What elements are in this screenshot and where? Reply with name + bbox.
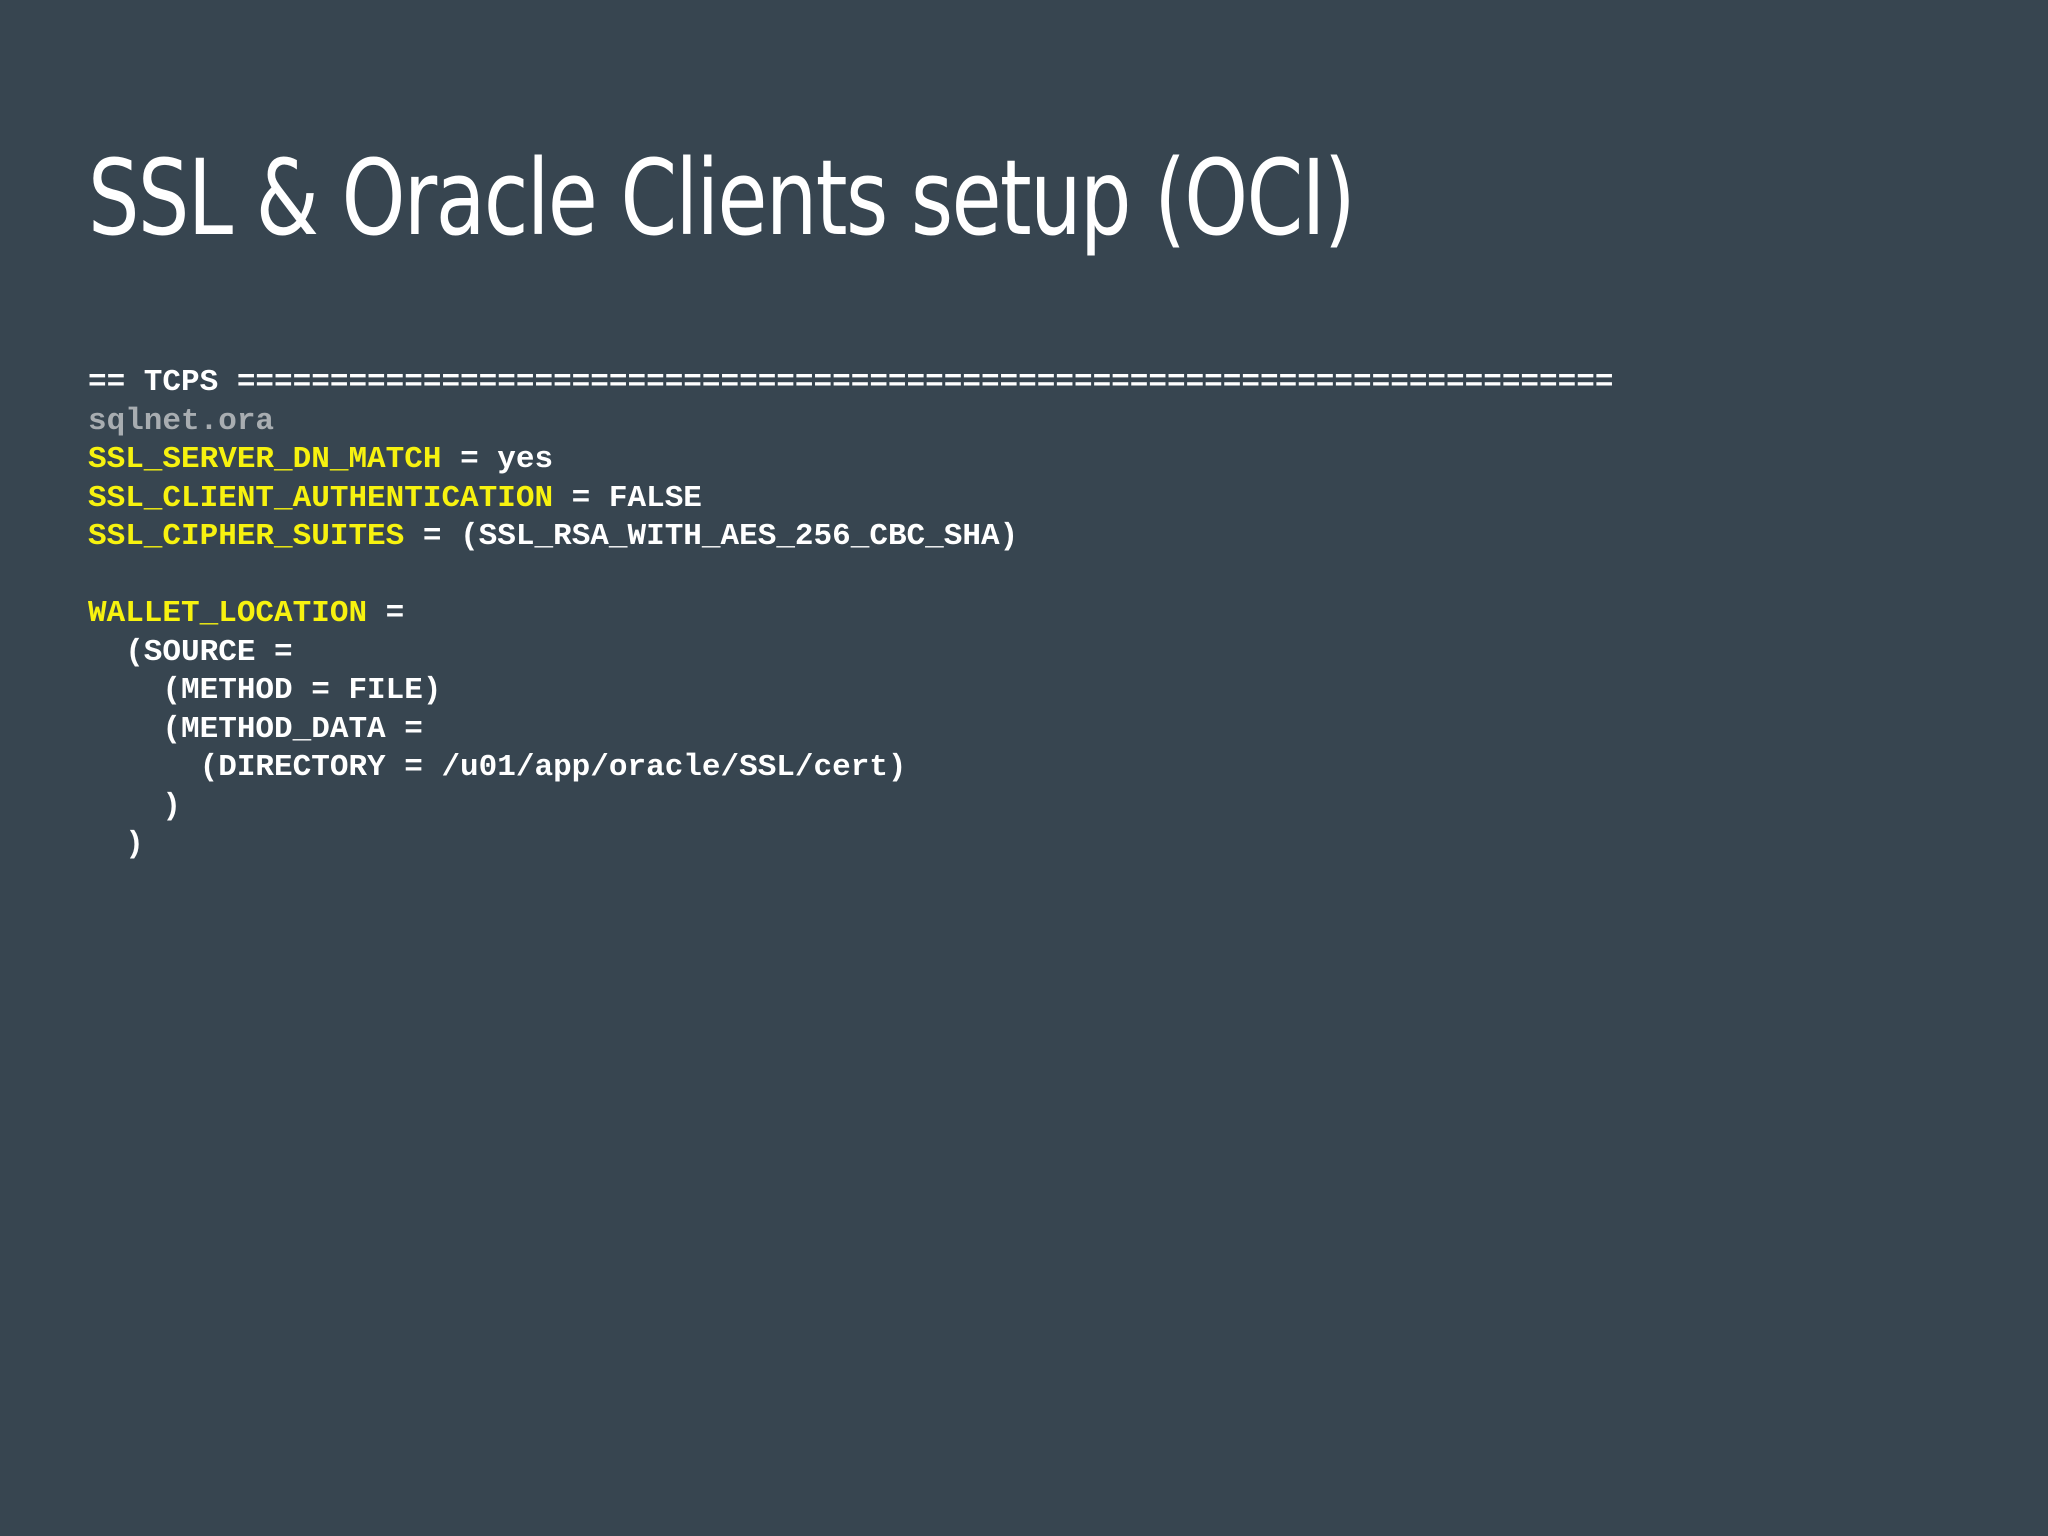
code-text: = (SSL_RSA_WITH_AES_256_CBC_SHA)	[404, 519, 1019, 554]
code-line: (SOURCE =	[88, 634, 1613, 673]
code-line: SSL_SERVER_DN_MATCH = yes	[88, 441, 1613, 480]
code-text: =	[367, 596, 405, 631]
code-text: (DIRECTORY = /u01/app/oracle/SSL/cert)	[88, 750, 907, 785]
slide: SSL & Oracle Clients setup (OCI) == TCPS…	[0, 0, 2048, 1536]
code-line: WALLET_LOCATION =	[88, 595, 1613, 634]
code-line: sqlnet.ora	[88, 403, 1613, 442]
code-line: == TCPS ================================…	[88, 364, 1613, 403]
code-keyword: SSL_CLIENT_AUTHENTICATION	[88, 480, 554, 516]
code-text: )	[88, 788, 182, 824]
code-line: (METHOD_DATA =	[88, 711, 1613, 750]
code-line: (METHOD = FILE)	[88, 672, 1613, 711]
code-line: (DIRECTORY = /u01/app/oracle/SSL/cert)	[88, 749, 1613, 788]
code-text: = yes	[441, 442, 554, 477]
code-keyword: WALLET_LOCATION	[88, 596, 368, 631]
code-text: (SOURCE =	[88, 634, 293, 670]
code-text: )	[88, 827, 144, 862]
code-text: == TCPS ================================…	[88, 365, 1614, 400]
code-filename: sqlnet.ora	[88, 403, 275, 439]
code-text: (METHOD = FILE)	[88, 673, 442, 708]
code-line: )	[88, 788, 1613, 827]
slide-title: SSL & Oracle Clients setup (OCI)	[88, 137, 1356, 259]
code-keyword: SSL_SERVER_DN_MATCH	[88, 442, 442, 477]
code-text: (METHOD_DATA =	[88, 711, 423, 747]
code-line: SSL_CIPHER_SUITES = (SSL_RSA_WITH_AES_25…	[88, 518, 1613, 557]
code-text: = FALSE	[553, 480, 702, 516]
code-keyword: SSL_CIPHER_SUITES	[88, 519, 405, 554]
code-line: )	[88, 826, 1613, 865]
code-line: SSL_CLIENT_AUTHENTICATION = FALSE	[88, 480, 1613, 519]
code-block: == TCPS ================================…	[88, 364, 1613, 865]
